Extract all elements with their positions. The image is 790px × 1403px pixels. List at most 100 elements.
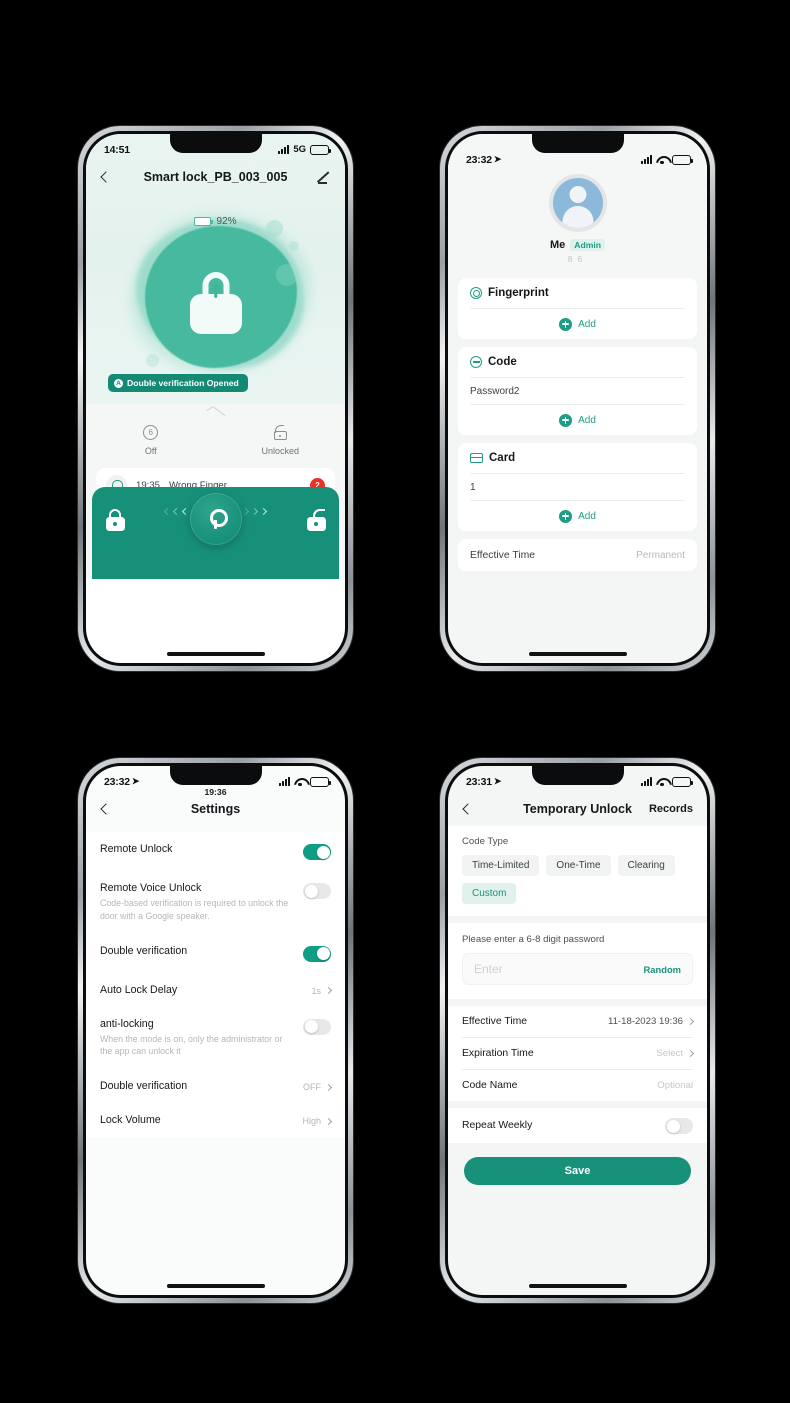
home-indicator xyxy=(166,1284,265,1288)
add-fingerprint-button[interactable]: Add xyxy=(470,309,685,339)
chevron-left-icon[interactable] xyxy=(100,803,112,815)
phone-settings: 23:32 ➤ 19:36 Settings Remote Unlock Rem… xyxy=(78,758,353,1303)
phone-bezel: 23:31 ➤ Temporary Unlock Records Code Typ… xyxy=(445,763,710,1298)
setting-label: Lock Volume xyxy=(100,1114,161,1126)
user-avatar-icon xyxy=(552,178,603,228)
section-title: Code xyxy=(488,356,517,368)
chevron-right-icon xyxy=(324,1083,333,1091)
row-repeat-weekly[interactable]: Repeat Weekly xyxy=(448,1108,707,1143)
chip-custom[interactable]: Custom xyxy=(462,883,517,904)
setting-label: Remote Voice Unlock xyxy=(100,882,202,894)
toggle-anti-locking[interactable] xyxy=(303,1018,331,1035)
row-effective-time[interactable]: Effective Time 11-18-2023 19:36 xyxy=(462,1006,695,1037)
setting-double-verification-2[interactable]: Double verification OFF xyxy=(100,1069,333,1103)
toggle-double-verification[interactable] xyxy=(303,945,331,962)
add-code-button[interactable]: Add xyxy=(470,405,685,435)
toggle-repeat-weekly[interactable] xyxy=(665,1118,693,1134)
repeat-weekly-label: Repeat Weekly xyxy=(462,1120,533,1131)
random-button[interactable]: Random xyxy=(644,964,682,975)
page-title: Smart lock_PB_003_005 xyxy=(143,170,288,184)
setting-remote-unlock[interactable]: Remote Unlock xyxy=(100,832,331,871)
chip-time-limited[interactable]: Time-Limited xyxy=(462,855,540,876)
pull-handle[interactable] xyxy=(86,404,345,421)
notch xyxy=(531,766,624,785)
chip-clearing[interactable]: Clearing xyxy=(617,855,675,876)
effective-time-row[interactable]: Effective Time Permanent xyxy=(458,539,697,571)
battery-percent: 92% xyxy=(216,216,237,227)
home-indicator xyxy=(528,652,627,656)
setting-auto-lock-delay[interactable]: Auto Lock Delay 1s xyxy=(100,973,333,1007)
quick-item-alarm[interactable]: Off xyxy=(86,425,216,456)
toggle-remote-unlock[interactable] xyxy=(303,844,331,860)
save-button[interactable]: Save xyxy=(464,1157,691,1185)
notch xyxy=(169,766,262,785)
phone-bezel: 23:32 ➤ Me Admin 86 Fingerprint Add Code… xyxy=(445,131,710,666)
quick-label: Off xyxy=(144,446,157,456)
row-value: Optional xyxy=(657,1080,693,1091)
add-card-button[interactable]: Add xyxy=(470,501,685,531)
key-slider-knob[interactable] xyxy=(189,493,242,545)
wifi-icon xyxy=(294,777,306,787)
code-icon xyxy=(470,356,482,368)
status-time: 14:51 xyxy=(104,143,130,156)
status-time: 23:32 ➤ xyxy=(466,153,502,166)
list-item[interactable]: Password2 xyxy=(470,378,685,404)
profile-name: Me xyxy=(549,239,566,251)
quick-label: Unlocked xyxy=(261,446,300,456)
chevron-left-icon[interactable] xyxy=(462,803,474,815)
chevron-right-icon xyxy=(686,1017,695,1026)
avatar[interactable] xyxy=(548,174,607,232)
setting-anti-locking[interactable]: anti-locking When the mode is on, only t… xyxy=(100,1007,331,1070)
home-indicator xyxy=(528,1284,627,1288)
password-input[interactable]: Enter xyxy=(474,962,644,976)
setting-double-verification[interactable]: Double verification xyxy=(100,934,331,973)
setting-value: OFF xyxy=(303,1082,321,1092)
nav-bar: Temporary Unlock Records xyxy=(448,792,707,826)
detail-rows: Effective Time 11-18-2023 19:36 Expirati… xyxy=(448,1006,707,1101)
list-item[interactable]: 1 xyxy=(470,474,685,500)
plus-icon xyxy=(559,317,573,331)
network-label: 5G xyxy=(293,144,306,155)
toggle-remote-voice-unlock[interactable] xyxy=(303,883,331,899)
section-header: Card xyxy=(470,443,685,473)
profile-subtext: 86 xyxy=(567,254,588,264)
status-icons: 5G xyxy=(278,144,331,155)
battery-icon xyxy=(310,776,331,787)
setting-lock-volume[interactable]: Lock Volume High xyxy=(100,1103,333,1137)
setting-value: High xyxy=(302,1116,321,1126)
pencil-icon[interactable] xyxy=(318,171,331,184)
setting-label: Auto Lock Delay xyxy=(100,983,178,996)
chevron-left-icon[interactable] xyxy=(100,171,112,183)
setting-value: 1s xyxy=(311,985,321,996)
profile-name-row: Me Admin xyxy=(448,239,707,251)
card-icon xyxy=(470,453,483,463)
setting-remote-voice-unlock[interactable]: Remote Voice Unlock Code-based verificat… xyxy=(100,871,331,934)
lock-button[interactable] xyxy=(92,509,138,531)
lock-open-icon xyxy=(306,509,326,531)
unlock-button[interactable] xyxy=(293,509,339,531)
bell-off-icon xyxy=(143,425,159,440)
quick-item-lockstate[interactable]: Unlocked xyxy=(216,425,346,456)
chevron-right-icon xyxy=(324,1117,333,1125)
screen-lock-home: 14:51 5G Smart lock_PB_003_005 92% A Dou… xyxy=(86,134,345,663)
location-arrow-icon: ➤ xyxy=(131,776,140,786)
chip-one-time[interactable]: One-Time xyxy=(546,855,611,876)
code-type-label: Code Type xyxy=(462,836,509,847)
row-expiration-time[interactable]: Expiration Time Select xyxy=(462,1038,695,1069)
code-type-options: Time-Limited One-Time Clearing Custom xyxy=(462,855,693,904)
password-section: Please enter a 6-8 digit password Enter … xyxy=(448,923,707,999)
records-link[interactable]: Records xyxy=(649,803,693,815)
save-area: Save xyxy=(448,1143,707,1185)
effective-time-value: Permanent xyxy=(636,549,685,561)
row-value-group: Select xyxy=(656,1048,695,1059)
battery-level-icon xyxy=(194,217,213,226)
row-value-group: Optional xyxy=(657,1080,693,1091)
password-field-wrapper[interactable]: Enter Random xyxy=(462,953,693,985)
role-badge: Admin xyxy=(570,239,605,251)
key-icon xyxy=(209,509,228,529)
plus-icon xyxy=(559,413,573,427)
row-value: Select xyxy=(656,1048,683,1059)
lock-lower-panel: Off Unlocked 19:35 Wrong Finger 2 xyxy=(86,404,345,579)
row-code-name[interactable]: Code Name Optional xyxy=(462,1070,693,1101)
quick-status-row: Off Unlocked xyxy=(86,417,345,466)
